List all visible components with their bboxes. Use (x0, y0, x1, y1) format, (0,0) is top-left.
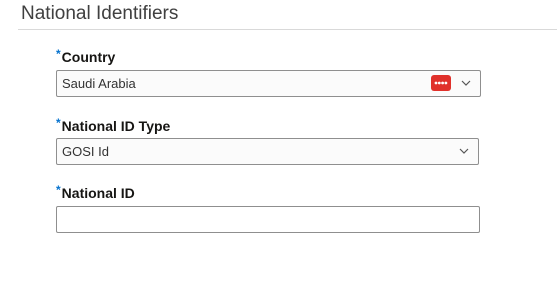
country-select[interactable]: Saudi Arabia (56, 70, 481, 97)
country-label-text: Country (61, 49, 116, 65)
chevron-down-icon[interactable] (458, 145, 470, 157)
country-value: Saudi Arabia (62, 76, 136, 91)
national-id-type-label-text: National ID Type (61, 118, 171, 134)
national-id-type-label: *National ID Type (56, 114, 170, 135)
section-title: National Identifiers (21, 3, 179, 24)
password-manager-icon[interactable] (431, 75, 451, 91)
national-identifiers-page: National Identifiers *Country Saudi Arab… (0, 0, 557, 283)
dots-icon (434, 81, 448, 85)
required-mark: * (56, 116, 61, 130)
country-label: *Country (56, 45, 115, 66)
required-mark: * (56, 183, 61, 197)
national-id-label-text: National ID (61, 185, 135, 201)
national-id-input[interactable] (56, 206, 480, 233)
chevron-down-icon[interactable] (460, 77, 472, 89)
national-id-type-value: GOSI Id (62, 144, 109, 159)
required-mark: * (56, 47, 61, 61)
national-id-type-select[interactable]: GOSI Id (56, 138, 479, 165)
national-id-label: *National ID (56, 181, 135, 202)
section-divider (18, 29, 557, 30)
